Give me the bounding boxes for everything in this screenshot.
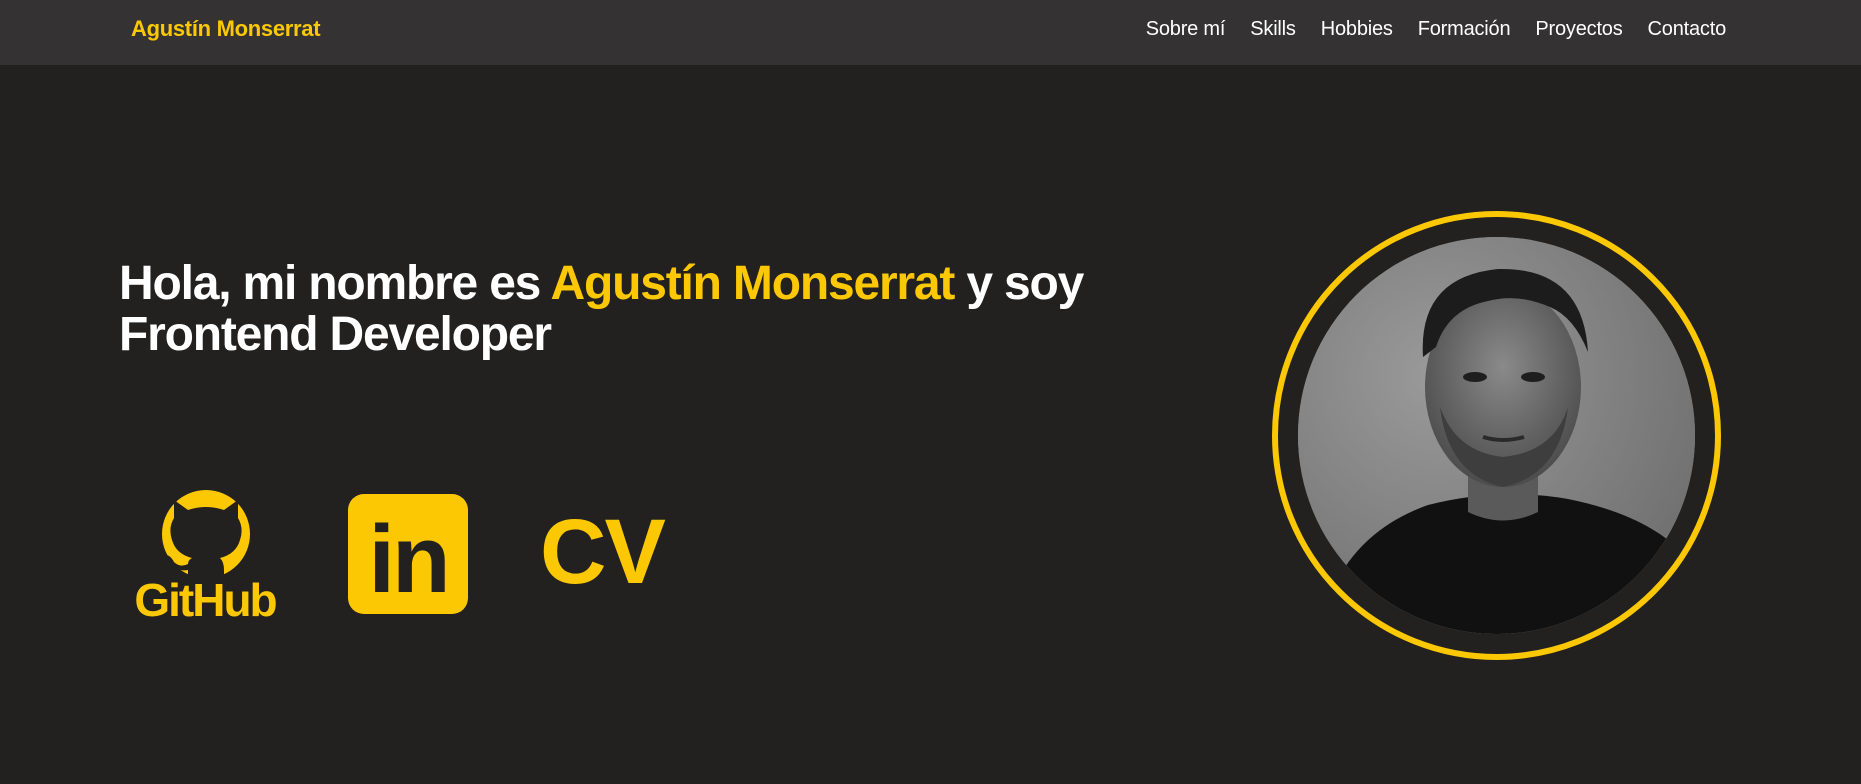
github-link[interactable]: GitHub — [130, 488, 280, 626]
cv-label: CV — [540, 501, 666, 603]
linkedin-link[interactable]: in — [348, 494, 468, 614]
nav-links: Sobre mí Skills Hobbies Formación Proyec… — [1121, 18, 1726, 41]
avatar — [1298, 237, 1695, 634]
nav-link-hobbies[interactable]: Hobbies — [1321, 18, 1393, 41]
nav-link-formacion[interactable]: Formación — [1418, 18, 1511, 41]
linkedin-label: in — [368, 506, 447, 613]
github-icon: GitHub — [134, 490, 279, 626]
headline-name: Agustín Monserrat — [550, 257, 956, 310]
hero-headline: Hola, mi nombre es Agustín Monserrat y s… — [119, 258, 1199, 360]
nav-link-skills[interactable]: Skills — [1250, 18, 1296, 41]
nav-link-contacto[interactable]: Contacto — [1648, 18, 1727, 41]
github-label: GitHub — [134, 574, 276, 620]
avatar-frame — [1272, 211, 1721, 660]
nav-link-sobre-mi[interactable]: Sobre mí — [1146, 18, 1226, 41]
cv-link[interactable]: CV — [540, 502, 690, 602]
brand-link[interactable]: Agustín Monserrat — [131, 16, 321, 42]
nav-link-proyectos[interactable]: Proyectos — [1535, 18, 1622, 41]
navbar: Agustín Monserrat Sobre mí Skills Hobbie… — [0, 0, 1861, 65]
profile-photo — [1298, 237, 1695, 634]
linkedin-icon: in — [348, 494, 468, 614]
headline-prefix: Hola, mi nombre es — [119, 257, 551, 310]
